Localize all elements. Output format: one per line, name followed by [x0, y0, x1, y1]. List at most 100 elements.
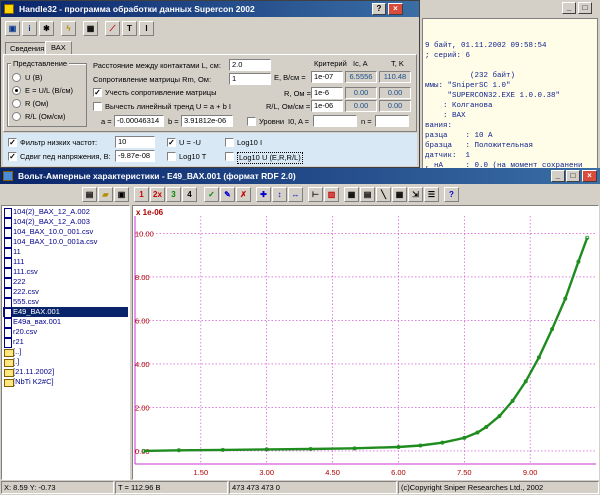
log10i-checkbox[interactable] [225, 138, 234, 147]
zoom-horizontal-icon[interactable]: ↔ [288, 187, 303, 202]
measure-icon[interactable]: ⊢ [308, 187, 323, 202]
file-list-item[interactable]: 222 [3, 277, 128, 288]
edit-icon[interactable]: ✎ [220, 187, 235, 202]
levels-checkbox[interactable] [247, 117, 256, 126]
close-button[interactable]: × [388, 3, 403, 15]
info-icon[interactable]: i [22, 21, 37, 36]
account-matrix-checkbox[interactable]: ✓ [93, 88, 102, 97]
file-list-item[interactable]: 111 [3, 257, 128, 268]
file-list[interactable]: 104(2)_ВАХ_12_A.002 104(2)_ВАХ_12_A.003 10… [1, 205, 130, 480]
lowpass-checkbox[interactable]: ✓ [8, 138, 17, 147]
table-view-icon[interactable]: ▦ [392, 187, 407, 202]
shift-label: Сдвиг пед напряжения, В: [20, 152, 111, 161]
tab-vax[interactable]: ВАХ [45, 41, 72, 55]
file-list-item[interactable]: 104(2)_ВАХ_12_A.002 [3, 207, 128, 218]
file-list-item[interactable]: 104(2)_ВАХ_12_A.003 [3, 217, 128, 228]
lightning-icon[interactable]: ϟ [61, 21, 76, 36]
vax-window: Вольт-Амперные характеристики - E49_ВАХ.… [0, 168, 600, 495]
repr-radio-e[interactable] [12, 86, 21, 95]
zoom-vertical-icon[interactable]: ↕ [272, 187, 287, 202]
vax-minimize-button[interactable]: _ [551, 170, 565, 182]
export-icon[interactable]: ⇲ [408, 187, 423, 202]
check-icon[interactable]: ✓ [204, 187, 219, 202]
handle32-title-bar: Handle32 - программа обработки данных Su… [1, 1, 419, 17]
status-coords: X: 8.59 Y: -0.73 [1, 481, 114, 494]
chart-icon[interactable]: ▥ [324, 187, 339, 202]
x-tick-label: 3.00 [259, 468, 274, 477]
log10i-label: Log10 I [237, 138, 263, 147]
lowpass-input[interactable]: 10 [115, 136, 155, 148]
table-icon[interactable]: ▦ [83, 21, 98, 36]
b-input[interactable]: 3.91812e-06 [181, 115, 233, 127]
linear-trend-checkbox[interactable] [93, 102, 102, 111]
file-list-item[interactable]: 222.csv [3, 287, 128, 298]
file-list-item[interactable]: 111.csv [3, 267, 128, 278]
tab-info[interactable]: Сведения [5, 42, 50, 54]
file-list-item[interactable]: 104_ВАХ_10.0_001.csv [3, 227, 128, 238]
console-window: _ □ 9 байт, 01.11.2002 09:58:54 ; серий: … [420, 0, 600, 178]
temperature-icon[interactable]: T [122, 21, 137, 36]
file-list-item[interactable]: 11 [3, 247, 128, 258]
new-file-icon[interactable]: ▤ [82, 187, 97, 202]
lowpass-label: Фильтр низких частот: [20, 138, 98, 147]
current-icon[interactable]: I [139, 21, 154, 36]
levels-label: Уровни [259, 117, 285, 126]
t-header: T, K [391, 59, 404, 68]
view-1-button[interactable]: 1 [134, 187, 149, 202]
vax-title: Вольт-Амперные характеристики - E49_ВАХ.… [18, 171, 296, 181]
view-3-button[interactable]: 3 [166, 187, 181, 202]
shift-checkbox[interactable]: ✓ [8, 152, 17, 161]
zoom-in-icon[interactable]: ✚ [256, 187, 271, 202]
console-line: : ВАХ [425, 112, 466, 120]
file-list-item[interactable]: E49_ВАХ.001 [3, 307, 128, 318]
save-icon[interactable]: ▣ [5, 21, 20, 36]
folder-list-item[interactable]: [21.11.2002] [3, 367, 128, 377]
open-folder-icon[interactable]: ▰ [98, 187, 113, 202]
console-log: 9 байт, 01.11.2002 09:58:54 ; серий: 6 (2… [422, 18, 598, 178]
help-icon[interactable]: ? [444, 187, 459, 202]
matrix-resistance-input[interactable]: 1 [229, 73, 271, 85]
i0-input[interactable] [313, 115, 357, 127]
matrix-resistance-label: Сопротивление матрицы Rm, Ом: [93, 75, 212, 84]
vax-close-button[interactable]: × [582, 170, 597, 182]
settings-icon[interactable]: ✱ [39, 21, 54, 36]
help-button[interactable]: ? [372, 3, 386, 15]
folder-list-item[interactable]: [NbTi K2#C] [3, 377, 128, 387]
console-maximize-button[interactable]: □ [578, 2, 592, 14]
n-input[interactable] [375, 115, 409, 127]
file-list-item[interactable]: E49a_вах.001 [3, 317, 128, 328]
contact-distance-input[interactable]: 2.0 [229, 59, 271, 71]
repr-radio-r[interactable] [12, 99, 21, 108]
ic-r-value: 0.00 [345, 87, 377, 99]
props-icon[interactable]: ☰ [424, 187, 439, 202]
shift-input[interactable]: -9.87e-08 [115, 150, 155, 162]
log10t-checkbox[interactable] [167, 152, 176, 161]
a-input[interactable]: -0.00046314 [114, 115, 164, 127]
view-2x-button[interactable]: 2x [150, 187, 165, 202]
folder-list-item[interactable]: [..] [3, 347, 128, 357]
criteria-r-input[interactable]: 1e-6 [311, 87, 343, 99]
slope-icon[interactable]: ╲ [376, 187, 391, 202]
x-tick-label: 6.00 [391, 468, 406, 477]
file-list-item[interactable]: 555.csv [3, 297, 128, 308]
plot-icon[interactable]: ⟋ [105, 21, 120, 36]
file-list-item[interactable]: 104_ВАХ_10.0_001a.csv [3, 237, 128, 248]
print-icon[interactable]: ▤ [360, 187, 375, 202]
grid-icon[interactable]: ▦ [344, 187, 359, 202]
folder-list-item[interactable]: [.] [3, 357, 128, 367]
repr-radio-rl[interactable] [12, 112, 21, 121]
criteria-rl-input[interactable]: 1e-06 [311, 100, 343, 112]
iv-chart[interactable]: x 1e-06 0.002.004.006.008.0010.001.50 3.0… [133, 206, 598, 479]
u-negate-checkbox[interactable]: ✓ [167, 138, 176, 147]
criteria-e-input[interactable]: 1e-07 [311, 71, 343, 83]
view-4-button[interactable]: 4 [182, 187, 197, 202]
file-list-item[interactable]: r21 [3, 337, 128, 348]
repr-radio-u[interactable] [12, 73, 21, 82]
save-file-icon[interactable]: ▣ [114, 187, 129, 202]
iv-curve-line [143, 237, 589, 453]
console-minimize-button[interactable]: _ [562, 2, 576, 14]
erase-icon[interactable]: ✗ [236, 187, 251, 202]
file-list-item[interactable]: r20.csv [3, 327, 128, 338]
vax-maximize-button[interactable]: □ [566, 170, 580, 182]
log10u-checkbox[interactable] [225, 152, 234, 161]
